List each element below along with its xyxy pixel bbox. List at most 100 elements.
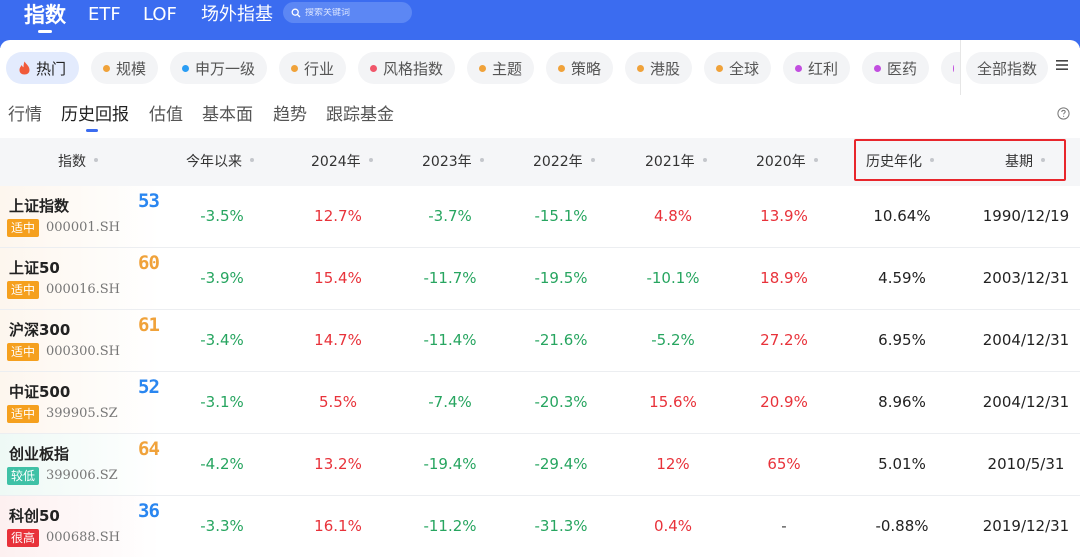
column-header-label: 指数	[58, 154, 86, 170]
table-row[interactable]: 沪深300 适中 000300.SH 61 -3.4% 14.7% -11.4% -21.6%…	[0, 310, 1080, 372]
column-header-2022[interactable]: 2022年	[533, 138, 595, 186]
search-box[interactable]	[283, 2, 412, 23]
chip-sw-level1[interactable]: 申万一级	[170, 52, 267, 84]
valuation-score: 53	[138, 190, 160, 212]
valuation-badge: 适中	[7, 343, 40, 361]
sort-icon	[590, 158, 595, 162]
table-cell: -19.5%	[534, 269, 588, 287]
table-cell: 10.64%	[873, 207, 931, 225]
chip-all-indexes[interactable]: 全部指数	[966, 52, 1048, 84]
table-cell: 5.5%	[318, 393, 358, 411]
column-header-ytd[interactable]: 今年以来	[186, 138, 254, 186]
table-cell: -19.4%	[423, 455, 477, 473]
column-header-label: 2021年	[645, 154, 695, 170]
table-cell: -0.88%	[875, 517, 929, 535]
dot-icon	[290, 64, 298, 72]
chip-strategy[interactable]: 策略	[546, 52, 613, 84]
column-header-2020[interactable]: 2020年	[756, 138, 818, 186]
sort-icon	[813, 158, 818, 162]
column-header-2024[interactable]: 2024年	[311, 138, 373, 186]
tab-quotes[interactable]: 行情	[8, 104, 42, 126]
tab-active-indicator	[86, 129, 98, 132]
table-cell: -11.7%	[423, 269, 477, 287]
table-cell: 13.2%	[314, 455, 362, 473]
table-cell: 1990/12/19	[982, 207, 1070, 225]
index-name-cell[interactable]: 上证指数 适中 000001.SH 53	[0, 186, 160, 247]
index-name: 上证50	[9, 259, 60, 277]
tab-valuation[interactable]: 估值	[149, 104, 183, 126]
index-name-cell[interactable]: 创业板指 较低 399006.SZ 64	[0, 434, 160, 495]
chip-partial[interactable]	[941, 52, 960, 84]
table-row[interactable]: 中证500 适中 399905.SZ 52 -3.1% 5.5% -7.4% -20.3% 15…	[0, 372, 1080, 434]
tab-trend[interactable]: 趋势	[273, 104, 307, 126]
dot-icon	[369, 64, 377, 72]
index-name-cell[interactable]: 上证50 适中 000016.SH 60	[0, 248, 160, 309]
valuation-score: 60	[138, 252, 160, 274]
menu-icon[interactable]	[1055, 59, 1069, 71]
index-code: 000001.SH	[46, 220, 121, 235]
table-cell: -3.5%	[200, 207, 244, 225]
chip-dividend[interactable]: 红利	[783, 52, 850, 84]
top-nav-etf[interactable]: ETF	[88, 0, 121, 30]
chip-medicine[interactable]: 医药	[862, 52, 929, 84]
chip-hot[interactable]: 热门	[6, 52, 79, 84]
content-panel: 热门 规模 申万一级 行业 风格指数 主题 策略 港股 全球 红利 医药 全部指…	[0, 40, 1080, 557]
chip-label: 风格指数	[382, 59, 443, 78]
table-cell: 4.59%	[878, 269, 926, 287]
chip-label: 行业	[303, 59, 334, 78]
table-cell: -21.6%	[534, 331, 588, 349]
chip-industry[interactable]: 行业	[279, 52, 346, 84]
table-cell: -	[781, 517, 787, 535]
sort-icon	[94, 158, 98, 162]
chip-scale[interactable]: 规模	[91, 52, 158, 84]
chip-global[interactable]: 全球	[704, 52, 771, 84]
index-name-cell[interactable]: 科创50 很高 000688.SH 36	[0, 496, 160, 557]
column-header-2023[interactable]: 2023年	[422, 138, 484, 186]
top-nav-active-indicator	[38, 30, 52, 33]
index-name: 上证指数	[9, 197, 70, 215]
table-cell: -29.4%	[534, 455, 588, 473]
dot-icon	[953, 64, 954, 72]
help-icon[interactable]	[1057, 107, 1070, 120]
valuation-badge: 适中	[7, 405, 40, 423]
index-name-cell[interactable]: 中证500 适中 399905.SZ 52	[0, 372, 160, 433]
table-cell: 15.6%	[649, 393, 697, 411]
table-row[interactable]: 上证50 适中 000016.SH 60 -3.9% 15.4% -11.7% -19.5% -…	[0, 248, 1080, 310]
table-cell: -3.3%	[200, 517, 244, 535]
table-cell: 18.9%	[760, 269, 808, 287]
top-nav-lof[interactable]: LOF	[143, 0, 177, 30]
tab-historical-return[interactable]: 历史回报	[61, 104, 129, 126]
sort-icon	[702, 158, 707, 162]
table-row[interactable]: 上证指数 适中 000001.SH 53 -3.5% 12.7% -3.7% -15.1% 4.…	[0, 186, 1080, 248]
table-cell: 5.01%	[878, 455, 926, 473]
table-cell: -4.2%	[200, 455, 244, 473]
chip-label: 全球	[728, 59, 759, 78]
table-cell: 65%	[767, 455, 801, 473]
chip-label: 港股	[649, 59, 680, 78]
index-name: 创业板指	[9, 445, 70, 463]
tab-tracking-funds[interactable]: 跟踪基金	[326, 104, 394, 126]
dot-icon	[794, 64, 802, 72]
chip-style-index[interactable]: 风格指数	[358, 52, 455, 84]
tab-fundamentals[interactable]: 基本面	[202, 104, 253, 126]
table-cell: -11.4%	[423, 331, 477, 349]
search-input[interactable]	[305, 7, 405, 18]
index-name: 中证500	[9, 383, 71, 401]
top-nav-otc-index-fund[interactable]: 场外指基	[201, 0, 273, 30]
column-header-2021[interactable]: 2021年	[645, 138, 707, 186]
column-header-index[interactable]: 指数	[58, 138, 98, 186]
valuation-score: 64	[138, 438, 160, 460]
chip-hk-stocks[interactable]: 港股	[625, 52, 692, 84]
column-header-label: 2022年	[533, 154, 583, 170]
table-row[interactable]: 创业板指 较低 399006.SZ 64 -4.2% 13.2% -19.4% -29.4% 1…	[0, 434, 1080, 496]
valuation-score: 52	[138, 376, 160, 398]
top-nav-index[interactable]: 指数	[24, 0, 66, 30]
index-name: 科创50	[9, 507, 60, 525]
index-name-cell[interactable]: 沪深300 适中 000300.SH 61	[0, 310, 160, 371]
chip-theme[interactable]: 主题	[467, 52, 534, 84]
table-cell: -3.1%	[200, 393, 244, 411]
table-cell: -5.2%	[651, 331, 695, 349]
table-row[interactable]: 科创50 很高 000688.SH 36 -3.3% 16.1% -11.2% -31.3% 0…	[0, 496, 1080, 557]
chip-label: 医药	[886, 59, 917, 78]
table-cell: 15.4%	[314, 269, 362, 287]
